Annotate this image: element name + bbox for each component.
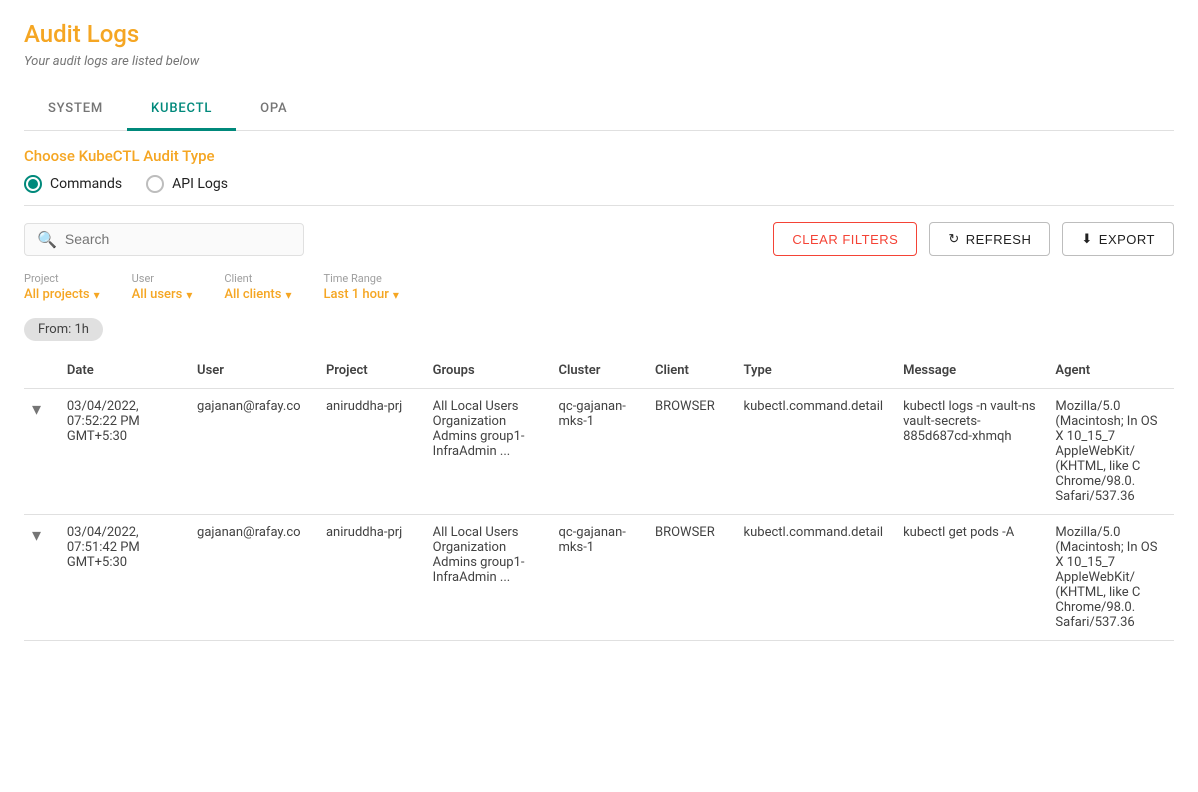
row-groups: All Local Users Organization Admins grou… [425,389,551,515]
row-project: aniruddha-prj [318,515,425,641]
row-client: BROWSER [647,389,736,515]
refresh-icon: ↻ [948,231,959,247]
clear-filters-button[interactable]: CLEAR FILTERS [773,222,917,256]
filter-project-label: Project [24,272,100,285]
audit-table: Date User Project Groups Cluster Client … [24,353,1174,641]
radio-commands[interactable]: Commands [24,175,122,193]
row-user: gajanan@rafay.co [189,389,318,515]
radio-commands-circle [24,175,42,193]
refresh-button[interactable]: ↻ REFRESH [929,222,1050,256]
row-cluster: qc-gajanan-mks-1 [551,515,647,641]
radio-commands-label: Commands [50,176,122,192]
tab-opa[interactable]: OPA [236,89,311,131]
table-header: Date User Project Groups Cluster Client … [24,353,1174,389]
filter-project-value: All projects [24,287,90,302]
col-header-date: Date [59,353,189,389]
col-header-groups: Groups [425,353,551,389]
filter-time-range-chevron: ▾ [393,288,399,302]
table-body: ▾ 03/04/2022, 07:52:22 PM GMT+5:30 gajan… [24,389,1174,641]
row-cluster: qc-gajanan-mks-1 [551,389,647,515]
col-header-expand [24,353,59,389]
active-filter-tag[interactable]: From: 1h [24,318,103,341]
col-header-user: User [189,353,318,389]
table-row: ▾ 03/04/2022, 07:52:22 PM GMT+5:30 gajan… [24,389,1174,515]
search-icon: 🔍 [37,230,57,249]
col-header-type: Type [736,353,896,389]
filter-user-value: All users [132,287,183,302]
search-input[interactable] [65,231,291,247]
filters-row: Project All projects ▾ User All users ▾ … [24,268,1174,314]
kubectl-radio-group: Commands API Logs [24,175,1174,193]
filter-time-range: Time Range Last 1 hour ▾ [324,272,399,302]
col-header-project: Project [318,353,425,389]
active-filters-area: From: 1h [24,314,1174,341]
filter-client-value: All clients [224,287,281,302]
export-label: EXPORT [1099,232,1155,247]
row-project: aniruddha-prj [318,389,425,515]
filter-time-range-dropdown[interactable]: Last 1 hour ▾ [324,287,399,302]
row-type: kubectl.command.detail [736,389,896,515]
row-user: gajanan@rafay.co [189,515,318,641]
row-date: 03/04/2022, 07:52:22 PM GMT+5:30 [59,389,189,515]
filter-user: User All users ▾ [132,272,193,302]
export-icon: ⬇ [1081,231,1092,247]
filter-user-dropdown[interactable]: All users ▾ [132,287,193,302]
filter-client-dropdown[interactable]: All clients ▾ [224,287,291,302]
filter-project: Project All projects ▾ [24,272,100,302]
table-row: ▾ 03/04/2022, 07:51:42 PM GMT+5:30 gajan… [24,515,1174,641]
filter-time-range-label: Time Range [324,272,399,285]
filter-time-range-value: Last 1 hour [324,287,389,302]
filter-client-chevron: ▾ [285,288,291,302]
search-box[interactable]: 🔍 [24,223,304,256]
col-header-client: Client [647,353,736,389]
row-type: kubectl.command.detail [736,515,896,641]
radio-api-logs-label: API Logs [172,176,228,192]
col-header-cluster: Cluster [551,353,647,389]
filter-client: Client All clients ▾ [224,272,291,302]
row-agent: Mozilla/5.0 (Macintosh; In OS X 10_15_7 … [1047,515,1174,641]
kubectl-section: Choose KubeCTL Audit Type Commands API L… [24,131,1174,206]
col-header-agent: Agent [1047,353,1174,389]
col-header-message: Message [895,353,1047,389]
toolbar-buttons: CLEAR FILTERS ↻ REFRESH ⬇ EXPORT [773,222,1174,256]
page-subtitle: Your audit logs are listed below [24,54,1174,69]
toolbar: 🔍 CLEAR FILTERS ↻ REFRESH ⬇ EXPORT [24,206,1174,268]
row-date: 03/04/2022, 07:51:42 PM GMT+5:30 [59,515,189,641]
tab-system[interactable]: SYSTEM [24,89,127,131]
filter-user-chevron: ▾ [186,288,192,302]
row-expand-btn[interactable]: ▾ [24,389,59,515]
radio-api-logs-circle [146,175,164,193]
row-message: kubectl get pods -A [895,515,1047,641]
page-title: Audit Logs [24,20,1174,48]
refresh-label: REFRESH [966,232,1032,247]
row-expand-btn[interactable]: ▾ [24,515,59,641]
filter-client-label: Client [224,272,291,285]
tab-kubectl[interactable]: KUBECTL [127,89,236,131]
row-client: BROWSER [647,515,736,641]
radio-api-logs[interactable]: API Logs [146,175,228,193]
kubectl-title: Choose KubeCTL Audit Type [24,147,1174,165]
tabs-bar: SYSTEM KUBECTL OPA [24,89,1174,131]
filter-user-label: User [132,272,193,285]
export-button[interactable]: ⬇ EXPORT [1062,222,1174,256]
row-message: kubectl logs -n vault-ns vault-secrets-8… [895,389,1047,515]
filter-project-dropdown[interactable]: All projects ▾ [24,287,100,302]
row-groups: All Local Users Organization Admins grou… [425,515,551,641]
row-agent: Mozilla/5.0 (Macintosh; In OS X 10_15_7 … [1047,389,1174,515]
filter-project-chevron: ▾ [94,288,100,302]
page-container: Audit Logs Your audit logs are listed be… [0,0,1198,661]
